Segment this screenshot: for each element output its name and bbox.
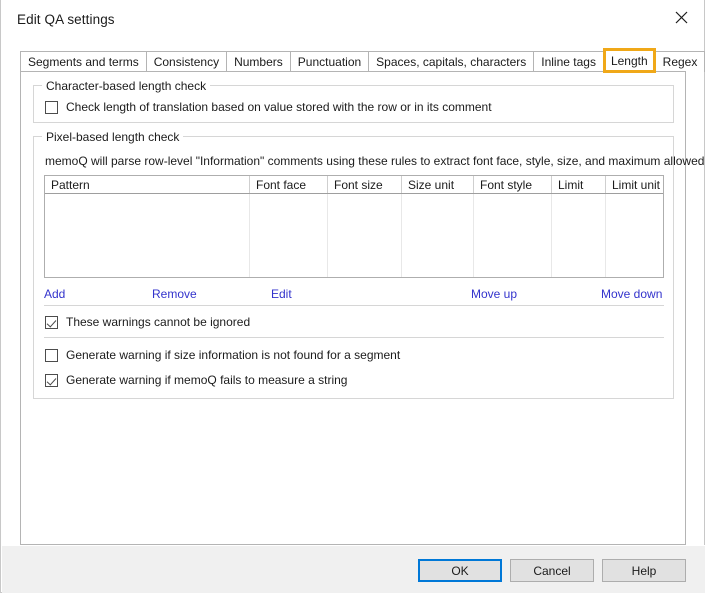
group-legend: Character-based length check [42, 79, 210, 93]
separator-top [44, 305, 664, 306]
checkbox-label: These warnings cannot be ignored [66, 315, 250, 329]
table-body-empty[interactable] [45, 194, 663, 278]
checkbox-row-generate-warning-measure-failure[interactable]: Generate warning if memoQ fails to measu… [45, 373, 347, 387]
table-actions-row: Add Remove Edit Move up Move down [44, 284, 664, 306]
checkbox-generate-warning-size-info-not-found[interactable] [45, 349, 58, 362]
table-column-body [402, 194, 474, 278]
checkbox-row-generate-warning-size-info-not-found[interactable]: Generate warning if size information is … [45, 348, 400, 362]
pixel-based-length-check-group: Pixel-based length check memoQ will pars… [33, 136, 674, 399]
tab-punctuation[interactable]: Punctuation [290, 51, 369, 72]
checkbox-row-check-length-of-translation[interactable]: Check length of translation based on val… [45, 100, 492, 114]
close-glyph [675, 11, 688, 24]
tab-length[interactable]: Length [603, 48, 656, 73]
column-header-size-unit[interactable]: Size unit [402, 176, 474, 193]
checkbox-row-these-warnings-cannot-be-ignored[interactable]: These warnings cannot be ignored [45, 315, 250, 329]
tab-label: Consistency [154, 55, 219, 69]
tab-strip: Segments and terms Consistency Numbers P… [20, 50, 705, 72]
column-header-font-style[interactable]: Font style [474, 176, 552, 193]
table-column-body [552, 194, 606, 278]
column-header-font-face[interactable]: Font face [250, 176, 328, 193]
tab-page-length: Character-based length check Check lengt… [20, 71, 686, 545]
pixel-rules-table[interactable]: Pattern Font face Font size Size unit Fo… [44, 175, 664, 278]
column-header-pattern[interactable]: Pattern [45, 176, 250, 193]
group-legend: Pixel-based length check [42, 130, 183, 144]
checkbox-label: Check length of translation based on val… [66, 100, 492, 114]
table-column-body [474, 194, 552, 278]
pixel-group-description: memoQ will parse row-level "Information"… [45, 154, 705, 168]
checkbox-label: Generate warning if size information is … [66, 348, 400, 362]
column-header-limit[interactable]: Limit [552, 176, 606, 193]
dialog-footer: OK Cancel Help [2, 545, 705, 593]
table-column-body [45, 194, 250, 278]
window-title: Edit QA settings [17, 12, 115, 27]
move-down-link[interactable]: Move down [601, 287, 662, 301]
help-button[interactable]: Help [602, 559, 686, 582]
tab-label: Inline tags [541, 55, 596, 69]
tab-label: Numbers [234, 55, 283, 69]
tab-regex[interactable]: Regex [655, 51, 705, 72]
tab-label: Punctuation [298, 55, 361, 69]
cancel-button[interactable]: Cancel [510, 559, 594, 582]
close-icon[interactable] [659, 0, 704, 34]
add-link[interactable]: Add [44, 287, 65, 301]
table-column-body [328, 194, 402, 278]
tab-label: Regex [663, 55, 698, 69]
column-header-limit-unit[interactable]: Limit unit [606, 176, 663, 193]
tab-consistency[interactable]: Consistency [146, 51, 227, 72]
column-header-font-size[interactable]: Font size [328, 176, 402, 193]
remove-link[interactable]: Remove [152, 287, 197, 301]
table-column-body [250, 194, 328, 278]
tab-label: Length [611, 54, 648, 68]
checkbox-label: Generate warning if memoQ fails to measu… [66, 373, 347, 387]
edit-qa-settings-dialog: Edit QA settings Segments and terms Cons… [0, 0, 705, 593]
edit-link[interactable]: Edit [271, 287, 292, 301]
tab-label: Spaces, capitals, characters [376, 55, 526, 69]
ok-button[interactable]: OK [418, 559, 502, 582]
checkbox-check-length-of-translation[interactable] [45, 101, 58, 114]
title-bar: Edit QA settings [1, 0, 704, 40]
tab-segments-and-terms[interactable]: Segments and terms [20, 51, 147, 72]
separator-bottom [44, 337, 664, 338]
tab-numbers[interactable]: Numbers [226, 51, 291, 72]
tab-inline-tags[interactable]: Inline tags [533, 51, 604, 72]
move-up-link[interactable]: Move up [471, 287, 517, 301]
checkbox-generate-warning-measure-failure[interactable] [45, 374, 58, 387]
table-column-body [606, 194, 663, 278]
checkbox-these-warnings-cannot-be-ignored[interactable] [45, 316, 58, 329]
character-based-length-check-group: Character-based length check Check lengt… [33, 85, 674, 123]
tab-spaces-capitals-characters[interactable]: Spaces, capitals, characters [368, 51, 534, 72]
tab-label: Segments and terms [28, 55, 139, 69]
table-header-row: Pattern Font face Font size Size unit Fo… [45, 176, 663, 194]
